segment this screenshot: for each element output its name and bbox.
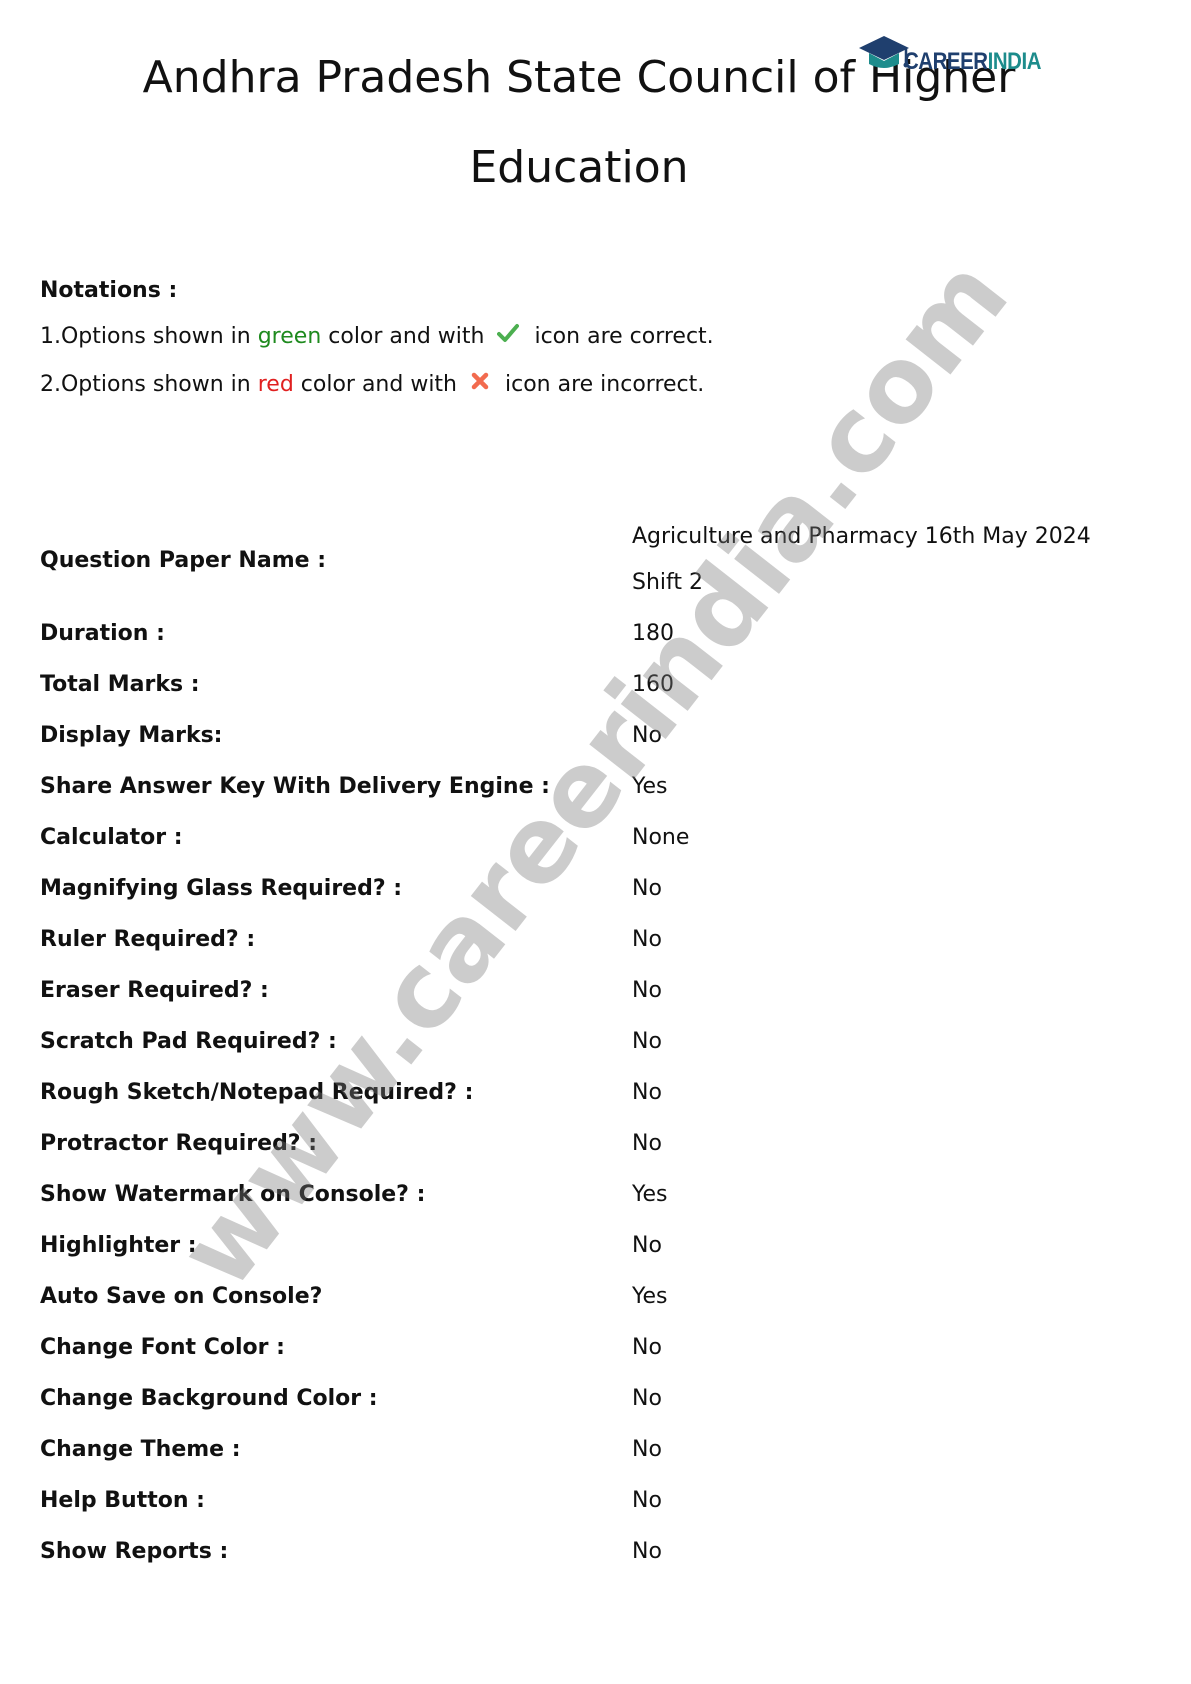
- detail-value: No: [632, 1080, 662, 1105]
- detail-key: Scratch Pad Required? :: [40, 1029, 337, 1054]
- detail-row: Protractor Required? : No: [40, 1118, 1160, 1169]
- detail-value: Yes: [632, 774, 668, 799]
- detail-row: Change Theme : No: [40, 1424, 1160, 1475]
- detail-key: Calculator :: [40, 825, 183, 850]
- detail-key: Question Paper Name :: [40, 547, 326, 573]
- detail-key: Magnifying Glass Required? :: [40, 876, 403, 901]
- logo-wordmark: CAREERINDIA: [904, 48, 1042, 75]
- detail-value: No: [632, 723, 662, 748]
- detail-row: Magnifying Glass Required? : No: [40, 863, 1160, 914]
- detail-key: Change Background Color :: [40, 1386, 378, 1411]
- detail-row: Display Marks: No: [40, 710, 1160, 761]
- detail-key: Ruler Required? :: [40, 927, 256, 952]
- detail-row: Ruler Required? : No: [40, 914, 1160, 965]
- detail-row: Duration : 180: [40, 608, 1160, 659]
- detail-key: Rough Sketch/Notepad Required? :: [40, 1080, 474, 1105]
- detail-value: Yes: [632, 1182, 668, 1207]
- detail-row: Eraser Required? : No: [40, 965, 1160, 1016]
- detail-value: No: [632, 876, 662, 901]
- detail-row: Scratch Pad Required? : No: [40, 1016, 1160, 1067]
- detail-key: Auto Save on Console?: [40, 1284, 323, 1309]
- notations-section: Notations : 1.Options shown in green col…: [40, 278, 714, 419]
- graduation-cap-icon: [859, 36, 909, 68]
- detail-row: Question Paper Name : Agriculture and Ph…: [40, 512, 1160, 608]
- detail-row: Calculator : None: [40, 812, 1160, 863]
- detail-value: No: [632, 1539, 662, 1564]
- detail-value: Yes: [632, 1284, 668, 1309]
- detail-row: Change Background Color : No: [40, 1373, 1160, 1424]
- detail-key: Show Watermark on Console? :: [40, 1182, 426, 1207]
- detail-key: Protractor Required? :: [40, 1131, 318, 1156]
- cross-icon: [470, 371, 490, 397]
- green-word: green: [257, 323, 322, 349]
- detail-key: Share Answer Key With Delivery Engine :: [40, 774, 550, 799]
- check-icon: [497, 323, 520, 349]
- detail-value: No: [632, 1335, 662, 1360]
- detail-row: Total Marks : 160: [40, 659, 1160, 710]
- detail-value: 180: [632, 621, 674, 646]
- detail-row: Rough Sketch/Notepad Required? : No: [40, 1067, 1160, 1118]
- detail-row: Show Reports : No: [40, 1526, 1160, 1577]
- detail-key: Highlighter :: [40, 1233, 197, 1258]
- detail-value: No: [632, 1029, 662, 1054]
- notations-heading: Notations :: [40, 278, 178, 303]
- detail-value: No: [632, 1131, 662, 1156]
- page-title-line2: Education: [469, 142, 689, 193]
- detail-value: No: [632, 1488, 662, 1513]
- detail-key: Total Marks :: [40, 672, 200, 697]
- detail-row: Highlighter : No: [40, 1220, 1160, 1271]
- detail-value: No: [632, 978, 662, 1003]
- detail-key: Change Theme :: [40, 1437, 241, 1462]
- detail-key: Display Marks:: [40, 723, 223, 748]
- detail-key: Eraser Required? :: [40, 978, 269, 1003]
- detail-value: No: [632, 1437, 662, 1462]
- notation-incorrect: 2.Options shown in red color and with ic…: [40, 371, 705, 397]
- detail-row: Change Font Color : No: [40, 1322, 1160, 1373]
- detail-value: No: [632, 927, 662, 952]
- detail-value: No: [632, 1386, 662, 1411]
- detail-row: Auto Save on Console? Yes: [40, 1271, 1160, 1322]
- detail-row: Show Watermark on Console? : Yes: [40, 1169, 1160, 1220]
- detail-key: Show Reports :: [40, 1539, 229, 1564]
- detail-row: Help Button : No: [40, 1475, 1160, 1526]
- detail-value: 160: [632, 672, 674, 697]
- red-word: red: [257, 371, 294, 397]
- detail-key: Duration :: [40, 621, 165, 646]
- detail-key: Change Font Color :: [40, 1335, 285, 1360]
- careerindia-logo: CAREERINDIA: [858, 34, 1065, 80]
- notation-correct: 1.Options shown in green color and with …: [40, 323, 714, 349]
- detail-value: No: [632, 1233, 662, 1258]
- detail-value: None: [632, 825, 690, 850]
- detail-key: Help Button :: [40, 1488, 205, 1513]
- detail-row: Share Answer Key With Delivery Engine : Y…: [40, 761, 1160, 812]
- detail-value: Agriculture and Pharmacy 16th May 2024 S…: [632, 524, 1091, 595]
- paper-details-table: Question Paper Name : Agriculture and Ph…: [40, 524, 1160, 1577]
